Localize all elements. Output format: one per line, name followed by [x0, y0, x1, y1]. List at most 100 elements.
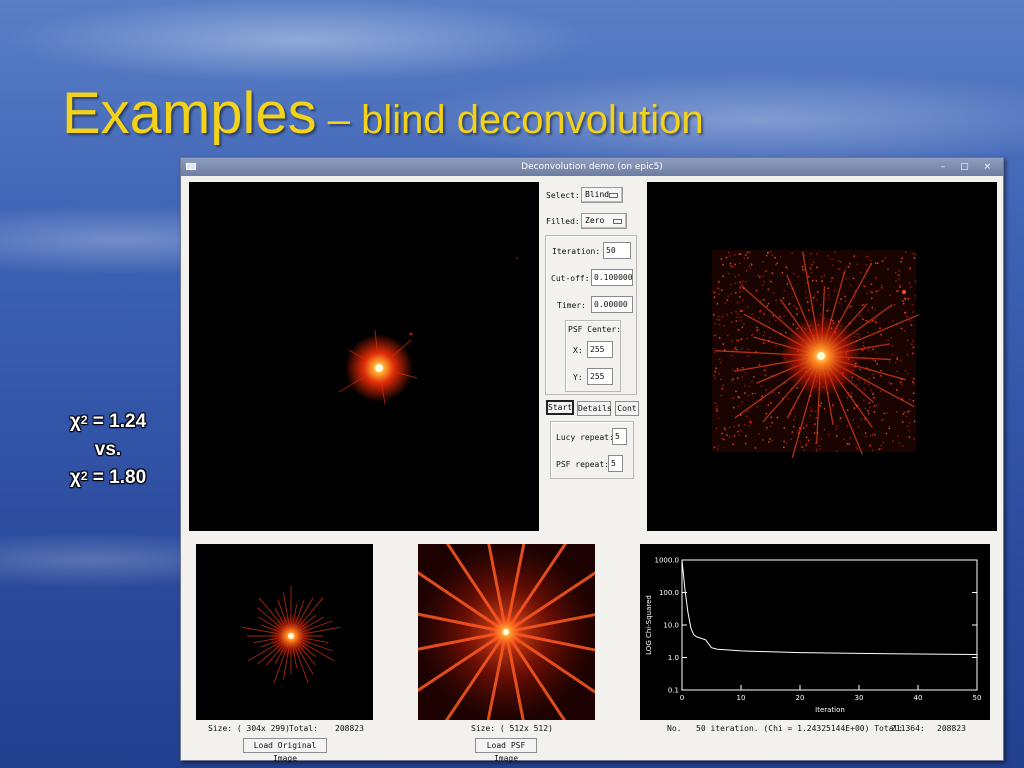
- speckle-dot: [834, 251, 836, 253]
- select-dropdown[interactable]: Blind: [581, 187, 623, 203]
- speckle-dot: [715, 367, 717, 369]
- speckle-dot: [866, 292, 869, 295]
- speckle-dot: [802, 427, 805, 429]
- speckle-dot: [872, 449, 874, 451]
- speckle-dot: [768, 441, 770, 443]
- speckle-dot: [797, 275, 799, 278]
- window-menu-icon[interactable]: [186, 163, 196, 170]
- speckle-dot: [875, 262, 877, 264]
- window-titlebar[interactable]: Deconvolution demo (on epic5) – □ ×: [181, 158, 1003, 176]
- speckle-dot: [843, 438, 845, 441]
- speckle-dot: [902, 302, 905, 305]
- speckle-dot: [871, 306, 874, 309]
- iteration-input[interactable]: 50: [603, 242, 631, 259]
- speckle-dot: [804, 254, 806, 257]
- speckle-dot: [848, 443, 850, 445]
- speckle-dot: [836, 425, 838, 427]
- speckle-dot: [873, 411, 876, 413]
- speckle-dot: [751, 313, 753, 316]
- speckle-dot: [775, 264, 777, 266]
- speckle-dot: [740, 319, 742, 321]
- speckle-dot: [747, 394, 750, 397]
- speckle-dot: [742, 299, 744, 302]
- x-tick-label: 0: [680, 694, 684, 702]
- speckle-dot: [882, 441, 885, 444]
- speckle-dot: [745, 270, 748, 272]
- speckle-dot: [730, 312, 733, 314]
- psf-x-input[interactable]: 255: [587, 341, 613, 358]
- speckle-dot: [865, 264, 868, 266]
- status-no-label: No.: [667, 724, 682, 733]
- speckle-dot: [737, 430, 739, 433]
- speckle-dot: [752, 333, 754, 335]
- speckle-dot: [751, 380, 753, 383]
- window-controls-icon[interactable]: – □ ×: [941, 158, 997, 176]
- speckle-dot: [873, 397, 875, 399]
- filled-dropdown[interactable]: Zero: [581, 213, 627, 229]
- speckle-dot: [739, 296, 741, 298]
- speckle-dot: [872, 348, 874, 351]
- speckle-dot: [723, 438, 725, 441]
- speckle-dot: [740, 347, 743, 350]
- speckle-dot: [735, 320, 738, 322]
- speckle-dot: [779, 256, 782, 258]
- speckle-dot: [896, 370, 898, 373]
- speckle-dot: [898, 442, 901, 444]
- load-psf-image-button[interactable]: Load PSF Image: [475, 738, 537, 763]
- speckle-dot: [874, 433, 876, 436]
- speckle-dot: [828, 433, 830, 436]
- speckle-dot: [714, 377, 716, 379]
- speckle-dot: [763, 331, 766, 333]
- speckle-dot: [880, 419, 883, 422]
- psf-y-input[interactable]: 255: [587, 368, 613, 385]
- speckle-dot: [726, 299, 729, 301]
- speckle-dot: [827, 287, 829, 290]
- speckle-dot: [896, 290, 898, 292]
- speckle-dot: [858, 336, 860, 339]
- speckle-dot: [766, 427, 768, 429]
- speckle-dot: [814, 423, 816, 425]
- speckle-dot: [879, 327, 881, 329]
- speckle-dot: [891, 353, 894, 356]
- cont-button[interactable]: Cont: [615, 401, 639, 416]
- speckle-dot: [828, 309, 830, 311]
- chi-value-2: = 1.80: [87, 467, 147, 488]
- speckle-dot: [863, 387, 865, 390]
- speckle-dot: [754, 392, 757, 395]
- lucy-repeat-input[interactable]: 5: [612, 428, 627, 445]
- speckle-dot: [728, 252, 730, 254]
- speckle-dot: [724, 302, 726, 304]
- speckle-dot: [907, 298, 910, 300]
- speckle-dot: [913, 257, 916, 259]
- x-tick-label: 50: [973, 694, 982, 702]
- chi-line-2: χ2 = 1.80: [44, 464, 172, 492]
- speckle-dot: [805, 436, 808, 439]
- speckle-dot: [849, 436, 852, 439]
- speckle-dot: [868, 402, 871, 404]
- speckle-dot: [901, 257, 903, 260]
- speckle-dot: [912, 252, 915, 255]
- speckle-dot: [764, 374, 767, 377]
- speckle-dot: [738, 396, 741, 399]
- speckle-dot: [786, 283, 789, 285]
- speckle-dot: [733, 425, 735, 428]
- cutoff-input[interactable]: 0.100000: [591, 269, 633, 286]
- speckle-dot: [784, 382, 787, 385]
- speckle-dot: [849, 284, 852, 287]
- speckle-dot: [741, 310, 743, 312]
- speckle-dot: [870, 259, 872, 262]
- speckle-dot: [856, 384, 858, 386]
- details-button[interactable]: Details: [577, 401, 612, 416]
- speckle-dot: [820, 402, 823, 404]
- start-button[interactable]: Start: [546, 400, 574, 415]
- speckle-dot: [769, 336, 771, 339]
- speckle-dot: [860, 271, 862, 274]
- speckle-dot: [900, 327, 903, 330]
- timer-input[interactable]: 0.00000: [591, 296, 633, 313]
- speckle-dot: [897, 435, 899, 437]
- load-original-image-button[interactable]: Load Original Image: [243, 738, 327, 763]
- speckle-dot: [739, 291, 742, 293]
- speckle-dot: [732, 397, 735, 399]
- y-axis-label: LOG Chi-Squared: [645, 595, 653, 655]
- psf-repeat-input[interactable]: 5: [608, 455, 623, 472]
